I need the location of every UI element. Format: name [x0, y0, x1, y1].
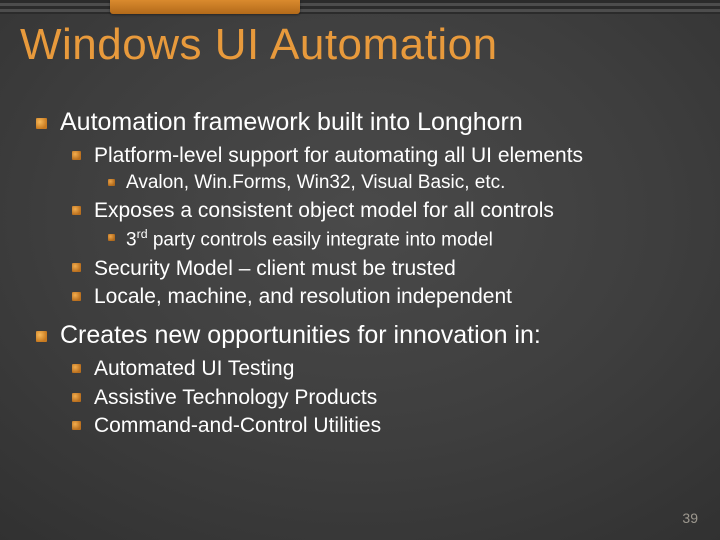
bullet-l1: Creates new opportunities for innovation…: [36, 320, 696, 351]
slide-title: Windows UI Automation: [20, 20, 700, 70]
bullet-l2: Command-and-Control Utilities: [72, 412, 696, 439]
top-stripes: [0, 0, 720, 14]
bullet-l1: Automation framework built into Longhorn: [36, 107, 696, 138]
slide-body: Automation framework built into Longhorn…: [36, 105, 696, 440]
bullet-l2: Automated UI Testing: [72, 355, 696, 382]
page-number: 39: [682, 510, 698, 526]
bullet-l2: Assistive Technology Products: [72, 384, 696, 411]
text-fragment: 3: [126, 229, 137, 250]
bullet-l3: Avalon, Win.Forms, Win32, Visual Basic, …: [108, 171, 696, 196]
bullet-l2: Exposes a consistent object model for al…: [72, 197, 696, 224]
text-fragment: party controls easily integrate into mod…: [148, 229, 493, 250]
superscript-rd: rd: [137, 227, 148, 241]
bullet-l2: Security Model – client must be trusted: [72, 255, 696, 282]
slide: Windows UI Automation Automation framewo…: [0, 0, 720, 540]
bullet-l2: Locale, machine, and resolution independ…: [72, 283, 696, 310]
accent-band: [110, 0, 300, 14]
bullet-l3: 3rd party controls easily integrate into…: [108, 226, 696, 253]
bullet-l2: Platform-level support for automating al…: [72, 142, 696, 169]
